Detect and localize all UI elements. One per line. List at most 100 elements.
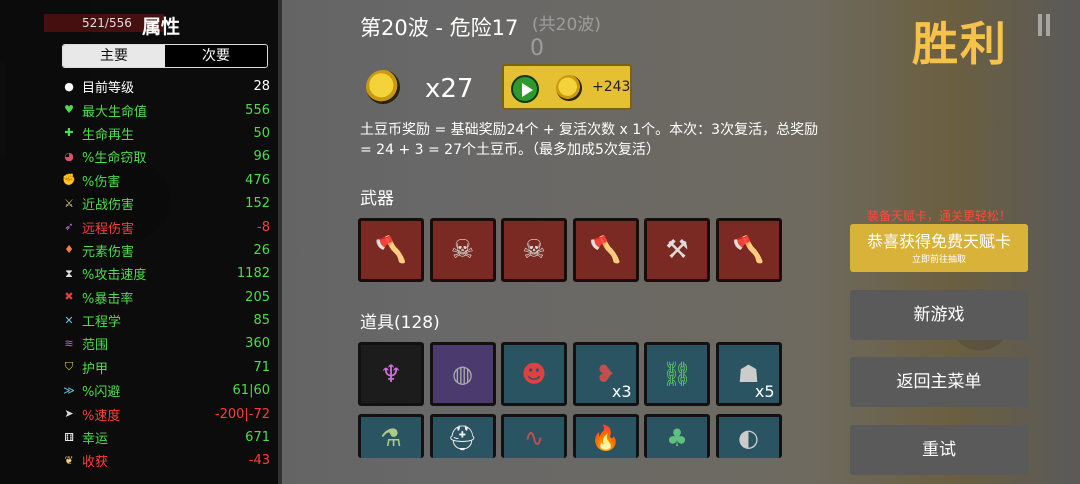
stat-name: %伤害 <box>82 174 121 190</box>
stat-name: %暴击率 <box>82 291 134 307</box>
bonus-amount: +243 <box>592 79 631 95</box>
stat-row: ● 目前等级 28 <box>60 75 270 98</box>
stat-name: 最大生命值 <box>82 104 148 120</box>
stat-name: %攻击速度 <box>82 268 147 284</box>
scythe-icon: ⚒ <box>665 235 689 265</box>
helmet-icon: ⛑ <box>447 423 478 452</box>
tab-secondary[interactable]: 次要 <box>165 45 267 67</box>
weapon-slot[interactable]: 🪓 <box>358 218 424 282</box>
engineering-icon: ✕ <box>64 313 74 327</box>
clown-face-icon: ☻ <box>521 360 547 388</box>
harvest-icon: ❦ <box>64 453 74 467</box>
luck-icon: ⚅ <box>64 430 74 444</box>
stat-value: 205 <box>245 289 270 305</box>
coin-icon <box>366 70 400 104</box>
stats-list: ● 目前等级 28 ♥ 最大生命值 556 ✚ 生命再生 50 ◕ %生命窃取 96 ✊ %伤害 476 ⚔ 近… <box>60 75 270 473</box>
stat-row: ✖ %暴击率 205 <box>60 286 270 309</box>
items-heading: 道具(128) <box>360 313 440 333</box>
stat-name: 目前等级 <box>82 81 135 97</box>
weapon-slot[interactable]: 🪓 <box>715 218 782 282</box>
item-slot[interactable]: ♣ <box>644 414 710 458</box>
crit-icon: ✖ <box>64 290 74 304</box>
stat-value: 96 <box>253 149 270 165</box>
stat-name: 远程伤害 <box>82 221 135 237</box>
weapon-slot[interactable]: ☠ <box>429 218 496 282</box>
demon-altar-icon: ♆ <box>380 360 402 388</box>
skull-axe-icon: ☠ <box>522 235 546 265</box>
stat-value: 671 <box>245 430 270 446</box>
ad-bonus-button[interactable]: +243 <box>502 64 632 110</box>
item-slot[interactable]: ♆ <box>358 342 424 406</box>
stat-value: 28 <box>253 79 270 95</box>
stat-name: %生命窃取 <box>82 151 147 167</box>
tab-primary[interactable]: 主要 <box>63 45 165 67</box>
main-menu-button[interactable]: 返回主菜单 <box>850 357 1028 407</box>
weapons-heading: 武器 <box>360 189 394 209</box>
wave-title: 第20波 - 危险17 <box>360 16 519 40</box>
stat-name: 元素伤害 <box>82 244 135 260</box>
level-icon: ● <box>64 79 74 93</box>
item-slot[interactable]: ☻ <box>501 342 567 406</box>
stat-row: ≫ %闪避 61|60 <box>60 379 270 402</box>
stat-name: 范围 <box>82 338 109 354</box>
retry-button[interactable]: 重试 <box>850 425 1028 475</box>
stat-value: 476 <box>245 172 270 188</box>
item-slot[interactable]: ◐ <box>715 414 782 458</box>
stat-name: %闪避 <box>82 385 121 401</box>
stat-name: 生命再生 <box>82 127 135 143</box>
promo-tagline: 装备天赋卡，通关更轻松！ <box>866 209 1011 223</box>
weapon-slot[interactable]: 🪓 <box>572 218 639 282</box>
play-icon <box>511 75 539 103</box>
weapon-slot[interactable]: ⚒ <box>644 218 710 282</box>
item-slot[interactable]: ⛓ <box>644 342 710 406</box>
stat-row: ⚔ 近战伤害 152 <box>60 192 270 215</box>
stat-row: ❦ 收获 -43 <box>60 449 270 472</box>
stats-panel: 521/556 属性 主要 次要 ● 目前等级 28 ♥ 最大生命值 556 ✚ 生命再生 50… <box>0 0 278 484</box>
heart-icon: ♥ <box>64 103 74 117</box>
stat-value: 1182 <box>236 266 270 282</box>
battle-axe-icon: 🪓 <box>374 235 408 265</box>
stat-value: -8 <box>257 219 270 235</box>
item-count: x5 <box>754 382 775 401</box>
stats-tabs: 主要 次要 <box>62 44 268 68</box>
item-slot[interactable]: ❥ x3 <box>572 342 639 406</box>
stat-row: ⚅ 幸运 671 <box>60 426 270 449</box>
stat-row: ⛉ 护甲 71 <box>60 356 270 379</box>
stat-value: 152 <box>245 196 270 212</box>
regen-icon: ✚ <box>64 126 74 140</box>
stat-value: 50 <box>253 125 270 141</box>
item-slot[interactable]: ⛑ <box>429 414 496 458</box>
stat-value: -200|-72 <box>214 406 270 422</box>
wave-total: (共20波) <box>532 15 601 35</box>
talent-card-subtitle: 立即前往抽取 <box>911 255 966 265</box>
stat-row: ✚ 生命再生 50 <box>60 122 270 145</box>
results-area: 第20波 - 危险17 (共20波) 0 x27 +243 土豆币奖励 = 基础… <box>282 0 842 484</box>
item-slot[interactable]: ☗ x5 <box>715 342 782 406</box>
item-slot[interactable]: ⚗ <box>358 414 424 458</box>
dodge-icon: ≫ <box>63 383 75 397</box>
item-slot[interactable]: ◍ <box>429 342 496 406</box>
item-count: x3 <box>611 382 632 401</box>
stat-row: ✊ %伤害 476 <box>60 169 270 192</box>
talent-card-button[interactable]: 恭喜获得免费天赋卡 立即前往抽取 <box>850 224 1028 272</box>
stat-name: 幸运 <box>82 432 109 448</box>
weapon-slot[interactable]: ☠ <box>501 218 567 282</box>
item-slot[interactable]: ∿ <box>501 414 567 458</box>
skull-axe-icon: ☠ <box>450 235 475 265</box>
victory-title: 胜利 <box>912 17 1008 71</box>
new-game-button[interactable]: 新游戏 <box>850 290 1028 340</box>
wave-counter: 0 <box>530 36 544 61</box>
stat-row: ♥ 最大生命值 556 <box>60 98 270 121</box>
fire-icon: 🔥 <box>590 423 621 452</box>
range-icon: ≋ <box>64 336 74 350</box>
stat-name: 收获 <box>82 455 109 471</box>
stat-name: 护甲 <box>82 361 109 377</box>
lifesteal-icon: ◕ <box>64 149 74 163</box>
pause-icon[interactable] <box>1038 14 1050 36</box>
stat-row: ➶ 远程伤害 -8 <box>60 215 270 238</box>
worm-icon: ∿ <box>523 423 545 452</box>
item-slot[interactable]: 🔥 <box>572 414 639 458</box>
stat-name: 工程学 <box>82 315 122 331</box>
cracked-orb-icon: ◍ <box>452 360 473 388</box>
attack-speed-icon: ⧗ <box>65 266 73 280</box>
